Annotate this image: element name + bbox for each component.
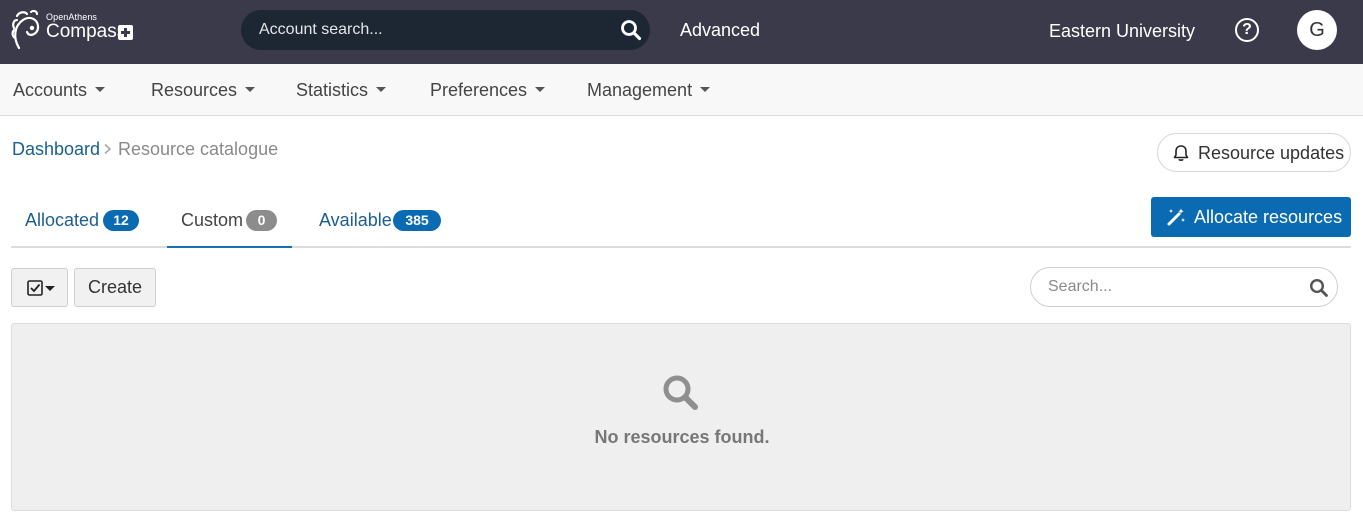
openathens-compass-logo[interactable]: OpenAthens Compass: [11, 8, 141, 54]
nav-label: Accounts: [13, 80, 88, 100]
top-bar: OpenAthens Compass Advanced Eastern Univ…: [0, 0, 1363, 64]
breadcrumb-current: Resource catalogue: [118, 139, 279, 159]
caret-down-icon: [245, 87, 256, 92]
count-badge: 0: [246, 210, 277, 231]
nav-label: Resources: [151, 80, 238, 100]
caret-down-icon: [95, 87, 106, 92]
nav-label: Statistics: [296, 80, 369, 100]
nav-item-resources[interactable]: Resources: [151, 80, 256, 101]
tab-label: Allocated: [25, 210, 100, 230]
tab-label: Available: [319, 210, 392, 230]
nav-label: Management: [587, 80, 693, 100]
nav-item-preferences[interactable]: Preferences: [430, 80, 546, 101]
create-button[interactable]: Create: [74, 268, 156, 307]
help-icon[interactable]: ?: [1235, 18, 1259, 42]
caret-down-icon: [45, 286, 55, 291]
search-icon[interactable]: [1309, 278, 1329, 298]
checkbox-checked-icon: [27, 280, 43, 296]
nav-item-accounts[interactable]: Accounts: [13, 80, 106, 101]
nav-item-management[interactable]: Management: [587, 80, 711, 101]
nav-label: Preferences: [430, 80, 528, 100]
account-search: [241, 10, 650, 50]
resource-search-input[interactable]: [1048, 268, 1298, 306]
nav-item-statistics[interactable]: Statistics: [296, 80, 387, 101]
allocate-resources-label: Allocate resources: [1194, 207, 1343, 227]
tab-custom[interactable]: Custom 0: [167, 196, 292, 248]
caret-down-icon: [376, 87, 387, 92]
tab-allocated[interactable]: Allocated 12: [11, 196, 153, 248]
tab-available[interactable]: Available 385: [305, 196, 455, 248]
count-badge: 12: [103, 210, 139, 231]
magic-wand-icon: [1167, 208, 1185, 226]
caret-down-icon: [700, 87, 711, 92]
advanced-search-link[interactable]: Advanced: [680, 20, 760, 41]
breadcrumb-dashboard[interactable]: Dashboard: [12, 139, 100, 160]
results-panel: No resources found.: [11, 323, 1351, 511]
search-icon[interactable]: [620, 19, 642, 41]
caret-down-icon: [535, 87, 546, 92]
chevron-right-icon: [104, 143, 112, 155]
magnifier-icon: [663, 375, 698, 410]
plus-icon: [118, 25, 133, 40]
bulk-select-dropdown[interactable]: [11, 268, 68, 307]
main-nav: Accounts Resources Statistics Preference…: [0, 64, 1363, 116]
account-search-input[interactable]: [259, 10, 599, 50]
resource-updates-label: Resource updates: [1198, 143, 1345, 163]
resource-search: [1030, 267, 1338, 307]
allocate-resources-button[interactable]: Allocate resources: [1151, 197, 1351, 237]
empty-message: No resources found.: [594, 427, 770, 447]
user-avatar[interactable]: G: [1297, 10, 1337, 50]
bell-icon: [1173, 145, 1189, 161]
count-badge: 385: [393, 210, 441, 231]
compass-logo-icon: [11, 9, 40, 50]
resource-updates-button[interactable]: Resource updates: [1157, 133, 1351, 172]
tab-label: Custom: [181, 210, 244, 230]
organisation-name[interactable]: Eastern University: [1049, 21, 1195, 42]
brand-name: Compass: [46, 21, 127, 42]
